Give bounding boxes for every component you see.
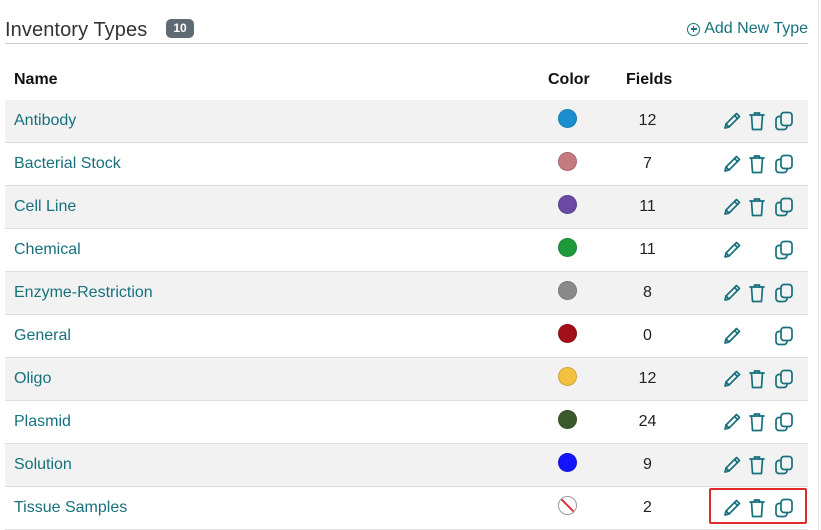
count-badge: 10 [166, 19, 194, 38]
table-row: Solution 9 [5, 444, 808, 487]
trash-icon[interactable] [748, 454, 766, 476]
page-header: Inventory Types 10 Add New Type [5, 14, 808, 44]
copy-icon[interactable] [773, 411, 795, 433]
type-name-link[interactable]: Antibody [14, 112, 76, 130]
fields-count: 12 [638, 370, 657, 387]
fields-count: 7 [643, 155, 652, 172]
inventory-types-table: Antibody 12 Bacterial Stock 7 Cell Line 11 Che… [5, 100, 808, 530]
page-title: Inventory Types [5, 19, 148, 41]
plus-circle-icon [687, 22, 701, 36]
type-name-link[interactable]: Bacterial Stock [14, 155, 121, 173]
color-swatch [558, 195, 577, 214]
fields-count: 11 [639, 241, 656, 258]
copy-icon[interactable] [773, 497, 795, 519]
pencil-icon[interactable] [721, 368, 743, 390]
fields-count: 24 [638, 413, 657, 430]
copy-icon[interactable] [773, 196, 795, 218]
copy-icon[interactable] [773, 282, 795, 304]
pencil-icon[interactable] [721, 411, 743, 433]
pencil-icon[interactable] [721, 282, 743, 304]
color-swatch [558, 152, 577, 171]
type-name-link[interactable]: Plasmid [14, 413, 71, 431]
type-name-link[interactable]: Enzyme-Restriction [14, 284, 153, 302]
table-row: Chemical 11 [5, 229, 808, 272]
type-name-link[interactable]: Oligo [14, 370, 51, 388]
table-row: Antibody 12 [5, 100, 808, 143]
table-row: Oligo 12 [5, 358, 808, 401]
pencil-icon[interactable] [721, 153, 743, 175]
fields-count: 0 [643, 327, 652, 344]
pencil-icon[interactable] [721, 497, 743, 519]
copy-icon[interactable] [773, 239, 795, 261]
column-header-name: Name [14, 71, 58, 88]
pencil-icon[interactable] [721, 239, 743, 261]
type-name-link[interactable]: Cell Line [14, 198, 76, 216]
fields-count: 9 [643, 456, 652, 473]
type-name-link[interactable]: Tissue Samples [14, 499, 127, 517]
table-row: Tissue Samples 2 [5, 487, 808, 530]
trash-icon[interactable] [748, 497, 766, 519]
trash-icon[interactable] [748, 411, 766, 433]
color-swatch [558, 238, 577, 257]
trash-icon[interactable] [748, 110, 766, 132]
pencil-icon[interactable] [721, 454, 743, 476]
trash-icon[interactable] [748, 282, 766, 304]
pencil-icon[interactable] [721, 325, 743, 347]
color-swatch [558, 109, 577, 128]
add-new-type-button[interactable]: Add New Type [687, 20, 808, 38]
no-color-icon [558, 496, 577, 515]
type-name-link[interactable]: Solution [14, 456, 72, 474]
copy-icon[interactable] [773, 454, 795, 476]
type-name-link[interactable]: General [14, 327, 71, 345]
table-row: Bacterial Stock 7 [5, 143, 808, 186]
copy-icon[interactable] [773, 368, 795, 390]
table-row: General 0 [5, 315, 808, 358]
table-row: Cell Line 11 [5, 186, 808, 229]
color-swatch [558, 453, 577, 472]
table-row: Plasmid 24 [5, 401, 808, 444]
copy-icon[interactable] [773, 325, 795, 347]
column-header-color: Color [548, 71, 590, 88]
color-swatch [558, 367, 577, 386]
pencil-icon[interactable] [721, 110, 743, 132]
fields-count: 2 [643, 499, 652, 516]
color-swatch [558, 324, 577, 343]
copy-icon[interactable] [773, 153, 795, 175]
pencil-icon[interactable] [721, 196, 743, 218]
column-header-fields: Fields [626, 71, 673, 88]
copy-icon[interactable] [773, 110, 795, 132]
type-name-link[interactable]: Chemical [14, 241, 81, 259]
table-row: Enzyme-Restriction 8 [5, 272, 808, 315]
fields-count: 11 [639, 198, 656, 215]
add-new-type-label: Add New Type [704, 20, 808, 37]
trash-icon[interactable] [748, 153, 766, 175]
fields-count: 8 [643, 284, 652, 301]
color-swatch [558, 281, 577, 300]
divider [818, 0, 819, 530]
trash-icon[interactable] [748, 368, 766, 390]
table-header: Name Color Fields [5, 58, 808, 101]
color-swatch [558, 410, 577, 429]
trash-icon[interactable] [748, 196, 766, 218]
fields-count: 12 [638, 112, 657, 129]
